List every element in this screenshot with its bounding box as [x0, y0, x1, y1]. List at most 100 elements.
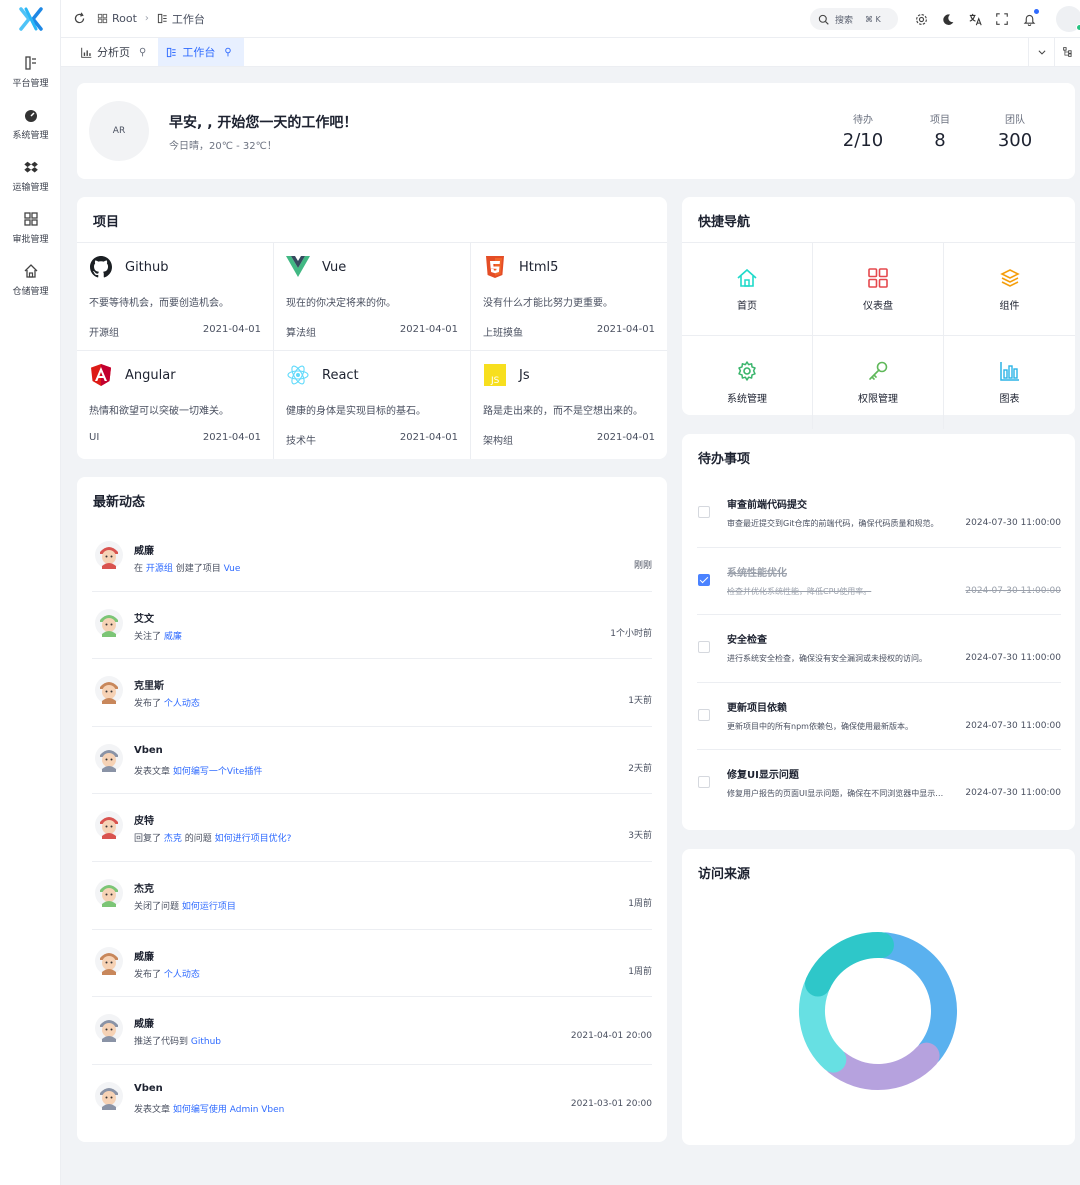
- sidebar-item-label: 系统管理: [12, 131, 49, 141]
- activity-link[interactable]: 开源组: [146, 564, 173, 574]
- breadcrumb-item-root[interactable]: Root: [97, 12, 137, 25]
- activity-desc: 回复了 杰克 的问题 如何进行项目优化?: [134, 831, 291, 844]
- activity-link[interactable]: 个人动态: [164, 699, 200, 709]
- todo-item: 修复UI显示问题 修复用户报告的页面UI显示问题，确保在不同浏览器中显示正常。 20…: [697, 750, 1061, 818]
- dashboard-gauge-icon: [24, 110, 37, 122]
- quick-nav-home[interactable]: 首页: [682, 243, 813, 336]
- activity-text: 关注了: [134, 631, 164, 642]
- quick-nav-dashboard[interactable]: 仪表盘: [813, 243, 944, 336]
- search-input[interactable]: 搜索 ⌘ K: [810, 8, 898, 30]
- user-avatar[interactable]: [1056, 6, 1080, 32]
- donut-slice[interactable]: [799, 974, 847, 1073]
- breadcrumb-item-workbench[interactable]: 工作台: [157, 11, 205, 27]
- stat-label: 项目: [930, 115, 950, 126]
- sidebar-item-system[interactable]: 系统管理: [0, 98, 61, 150]
- activity-link[interactable]: 威廉: [164, 632, 182, 642]
- quick-nav-label: 权限管理: [858, 394, 898, 405]
- todo-desc: 审查最近提交到Git仓库的前端代码，确保代码质量和规范。: [727, 519, 939, 528]
- breadcrumb-label: Root: [112, 12, 137, 25]
- activity-link[interactable]: 如何进行项目优化?: [215, 834, 292, 844]
- project-item-vue[interactable]: Vue 现在的你决定将来的你。 算法组 2021-04-01: [274, 243, 471, 351]
- activity-desc: 关注了 威廉: [134, 629, 182, 642]
- theme-settings-button[interactable]: [909, 7, 933, 31]
- pin-icon[interactable]: ⚲: [224, 47, 231, 58]
- activity-link[interactable]: 如何编写使用 Admin Vben: [173, 1105, 285, 1115]
- dark-mode-button[interactable]: [936, 7, 960, 31]
- activity-link[interactable]: Vue: [224, 564, 241, 574]
- todo-date: 2024-07-30 11:00:00: [965, 788, 1061, 799]
- project-date: 2021-04-01: [596, 324, 655, 335]
- sidebar-item-approval[interactable]: 审批管理: [0, 202, 61, 254]
- activity-item: 威廉在 开源组 创建了项目 Vue 刚刚: [92, 524, 652, 592]
- project-group: 开源组: [89, 328, 119, 339]
- quick-nav-permissions[interactable]: 权限管理: [813, 336, 944, 429]
- sidebar-item-warehouse[interactable]: 仓储管理: [0, 254, 61, 306]
- refresh-button[interactable]: [67, 7, 91, 31]
- tab-workbench[interactable]: 工作台 ⚲: [158, 38, 244, 66]
- project-item-angular[interactable]: Angular 热情和欲望可以突破一切难关。 UI 2021-04-01: [77, 351, 274, 459]
- projects-card: 项目 Github 不要等待机会，而要创造机会。 开源组 2021-04-01 …: [77, 197, 667, 459]
- sidebar-item-transport[interactable]: 运输管理: [0, 150, 61, 202]
- project-name: React: [322, 368, 359, 383]
- greeting-title: 早安, , 开始您一天的工作吧！: [169, 115, 358, 131]
- fullscreen-button[interactable]: [990, 7, 1014, 31]
- stat-value: 2/10: [842, 130, 884, 151]
- activity-item: 皮特 回复了 杰克 的问题 如何进行项目优化? 3天前: [92, 794, 652, 862]
- project-group: 架构组: [483, 436, 513, 447]
- activity-item: 克里斯 发布了 个人动态 1天前: [92, 659, 652, 727]
- todo-checkbox[interactable]: [698, 641, 710, 654]
- project-item-react[interactable]: React 健康的身体是实现目标的基石。 技术牛 2021-04-01: [274, 351, 471, 459]
- project-desc: 健康的身体是实现目标的基石。: [286, 406, 426, 417]
- project-desc: 没有什么才能比努力更重要。: [483, 298, 613, 309]
- sidebar-item-label: 运输管理: [12, 183, 49, 193]
- quick-nav-label: 首页: [737, 300, 757, 312]
- quick-nav-components[interactable]: 组件: [944, 243, 1075, 336]
- quick-nav-system[interactable]: 系统管理: [682, 336, 813, 429]
- project-name: Html5: [519, 260, 559, 275]
- todo-checkbox[interactable]: [698, 776, 710, 789]
- project-item-html5[interactable]: Html5 没有什么才能比努力更重要。 上班摸鱼 2021-04-01: [471, 243, 667, 351]
- activity-link[interactable]: 如何编写一个Vite插件: [173, 767, 263, 777]
- tab-analytics[interactable]: 分析页 ⚲: [73, 38, 158, 66]
- workbench-icon: [157, 13, 167, 24]
- dashboard-icon: [868, 267, 888, 288]
- todo-item: 更新项目依赖 更新项目中的所有npm依赖包，确保使用最新版本。 2024-07-30…: [697, 683, 1061, 751]
- donut-slice[interactable]: [804, 932, 894, 997]
- projects-title: 项目: [93, 215, 120, 230]
- donut-slice[interactable]: [872, 932, 957, 1066]
- todo-checkbox[interactable]: [698, 506, 710, 518]
- todo-item: 安全检查 进行系统安全检查，确保没有安全漏洞或未授权的访问。 2024-07-30 …: [697, 615, 1061, 683]
- js-icon: JS: [483, 363, 507, 387]
- project-group: 上班摸鱼: [483, 328, 523, 339]
- project-desc: 路是走出来的，而不是空想出来的。: [483, 406, 643, 417]
- language-button[interactable]: [963, 7, 987, 31]
- activity-user: 克里斯: [134, 681, 164, 693]
- activity-desc: 在 开源组 创建了项目 Vue: [134, 561, 240, 574]
- pin-icon[interactable]: ⚲: [139, 47, 146, 58]
- activity-link[interactable]: Github: [191, 1037, 221, 1047]
- notification-button[interactable]: [1017, 7, 1041, 31]
- chart-icon: [81, 47, 92, 58]
- quick-nav-charts[interactable]: 图表: [944, 336, 1075, 429]
- html5-icon: [483, 255, 507, 279]
- activity-item: 艾文 关注了 威廉 1个小时前: [92, 592, 652, 660]
- activity-time: 3天前: [628, 831, 652, 842]
- project-item-js[interactable]: JS Js 路是走出来的，而不是空想出来的。 架构组 2021-04-01: [471, 351, 667, 459]
- sidebar-item-platform[interactable]: 平台管理: [0, 46, 61, 98]
- tab-dropdown-button[interactable]: [1028, 38, 1054, 66]
- stat-value: 8: [934, 130, 946, 151]
- activity-link[interactable]: 杰克: [164, 834, 182, 844]
- activity-desc: 关闭了问题 如何运行项目: [134, 899, 236, 912]
- donut-slice[interactable]: [823, 1042, 940, 1090]
- avatar: [95, 1081, 123, 1110]
- todo-checkbox[interactable]: [698, 573, 710, 586]
- project-item-github[interactable]: Github 不要等待机会，而要创造机会。 开源组 2021-04-01: [77, 243, 274, 351]
- activity-link[interactable]: 个人动态: [164, 970, 200, 980]
- tab-more-button[interactable]: [1054, 38, 1080, 66]
- avatar: [95, 676, 123, 705]
- todo-checkbox[interactable]: [698, 708, 710, 721]
- app-logo[interactable]: [0, 0, 61, 38]
- project-name: Js: [519, 368, 530, 383]
- header-actions: [909, 7, 1041, 31]
- activity-link[interactable]: 如何运行项目: [182, 902, 236, 912]
